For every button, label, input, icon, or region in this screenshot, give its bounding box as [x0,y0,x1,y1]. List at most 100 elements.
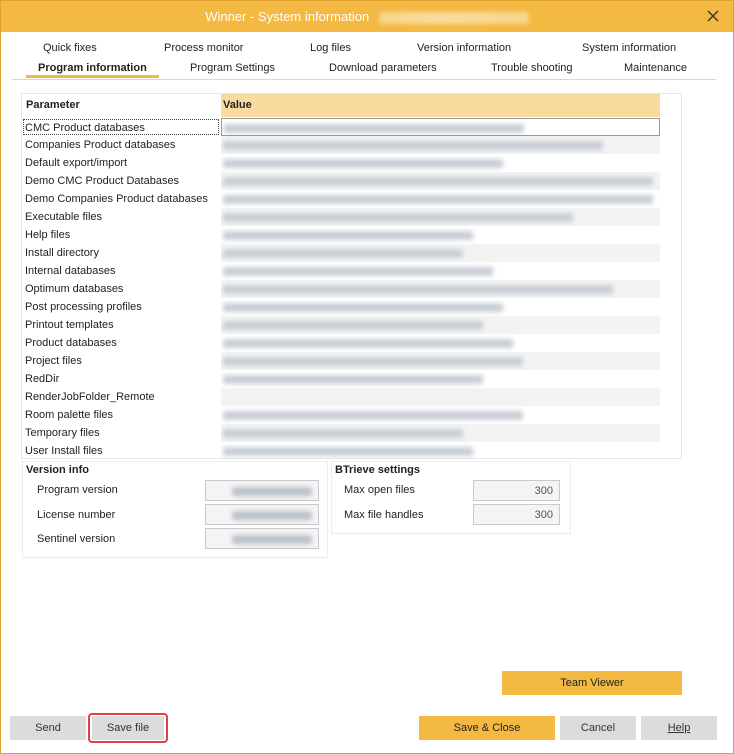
window-title: Winner - System information [1,9,733,24]
parameter-name: Demo Companies Product databases [25,193,208,205]
window-title-text: Winner - System information [205,9,370,24]
table-row[interactable]: RenderJobFolder_Remote [22,388,660,406]
table-row[interactable]: RedDir [22,370,660,388]
parameter-name: Project files [25,355,82,367]
save-file-button[interactable]: Save file [92,716,164,740]
table-row[interactable]: Demo Companies Product databases [22,190,660,208]
parameter-name: CMC Product databases [23,119,219,135]
table-row[interactable]: Internal databases [22,262,660,280]
tab-program-information[interactable]: Program information [26,62,159,78]
redacted-value [223,284,613,294]
sentinel-version-label: Sentinel version [37,533,116,545]
tab-maintenance[interactable]: Maintenance [624,62,687,74]
redacted-value [232,510,312,520]
save-close-button[interactable]: Save & Close [419,716,555,740]
table-row[interactable]: Demo CMC Product Databases [22,172,660,190]
program-version-field [205,480,319,501]
table-row[interactable]: Executable files [22,208,660,226]
redacted-value [223,410,523,420]
tab-row-bottom: Program information Program Settings Dow… [12,60,716,80]
license-number-label: License number [37,509,116,521]
parameter-value [221,244,660,262]
tab-process-monitor[interactable]: Process monitor [164,42,243,54]
column-header-parameter[interactable]: Parameter [22,94,221,117]
parameter-value [221,226,660,244]
parameter-value [221,442,660,460]
parameter-grid: CMC Product databases Companies Product d… [22,118,660,460]
parameter-value [221,334,660,352]
parameter-name: Temporary files [25,427,100,439]
close-icon [707,10,719,22]
parameter-value [221,352,660,370]
tab-row-top: Quick fixes Process monitor Log files Ve… [12,40,716,60]
parameter-name: Post processing profiles [25,301,142,313]
redacted-value [223,194,653,204]
column-header-value[interactable]: Value [221,94,660,117]
close-button[interactable] [703,6,723,26]
tab-program-settings[interactable]: Program Settings [190,62,275,74]
redacted-value [223,176,653,186]
redacted-value [223,374,483,384]
redacted-value [232,486,312,496]
tab-system-information[interactable]: System information [582,42,676,54]
table-row[interactable]: Printout templates [22,316,660,334]
parameter-name: Companies Product databases [25,139,176,151]
table-row[interactable]: Room palette files [22,406,660,424]
sentinel-version-field [205,528,319,549]
table-row[interactable]: Optimum databases [22,280,660,298]
license-number-field [205,504,319,525]
table-row[interactable]: CMC Product databases [22,118,660,136]
redacted-value [223,230,473,240]
redacted-value [223,338,513,348]
redacted-value [223,266,493,276]
parameter-value [221,190,660,208]
table-row[interactable]: Temporary files [22,424,660,442]
table-row[interactable]: Project files [22,352,660,370]
title-redacted-text [378,11,529,24]
parameter-name: Product databases [25,337,117,349]
system-information-window: Winner - System information Quick fixes … [0,0,734,754]
tab-download-parameters[interactable]: Download parameters [329,62,437,74]
redacted-value [223,158,503,168]
table-row[interactable]: Default export/import [22,154,660,172]
parameter-value [221,136,660,154]
redacted-value [223,302,503,312]
table-row[interactable]: Product databases [22,334,660,352]
redacted-value [223,356,523,366]
redacted-value [223,428,463,438]
parameter-value [221,388,660,406]
parameter-name: RenderJobFolder_Remote [25,391,155,403]
cancel-button[interactable]: Cancel [560,716,636,740]
table-row[interactable]: Help files [22,226,660,244]
help-button[interactable]: Help [641,716,717,740]
parameter-name: Executable files [25,211,103,223]
version-info-title: Version info [26,464,89,476]
parameter-value [221,118,660,136]
send-button[interactable]: Send [10,716,86,740]
redacted-value [223,248,463,258]
redacted-value [223,212,573,222]
btrieve-settings-title: BTrieve settings [335,464,420,476]
parameter-value [221,208,660,226]
parameter-value [221,406,660,424]
parameter-value [221,298,660,316]
table-row[interactable]: Install directory [22,244,660,262]
tab-quick-fixes[interactable]: Quick fixes [43,42,97,54]
max-file-handles-field[interactable]: 300 [473,504,560,525]
parameter-value [221,316,660,334]
team-viewer-button[interactable]: Team Viewer [502,671,682,695]
redacted-value [232,534,312,544]
grid-header: Parameter Value [22,94,660,117]
title-bar: Winner - System information [1,1,733,32]
tab-version-information[interactable]: Version information [417,42,511,54]
parameter-value [221,172,660,190]
program-information-panel: Parameter Value CMC Product databases Com… [21,93,682,558]
redacted-value [223,140,603,150]
table-row[interactable]: Companies Product databases [22,136,660,154]
table-row[interactable]: Post processing profiles [22,298,660,316]
table-row[interactable]: User Install files [22,442,660,460]
parameter-name: User Install files [25,445,103,457]
max-open-files-field[interactable]: 300 [473,480,560,501]
tab-log-files[interactable]: Log files [310,42,351,54]
tab-trouble-shooting[interactable]: Trouble shooting [491,62,573,74]
